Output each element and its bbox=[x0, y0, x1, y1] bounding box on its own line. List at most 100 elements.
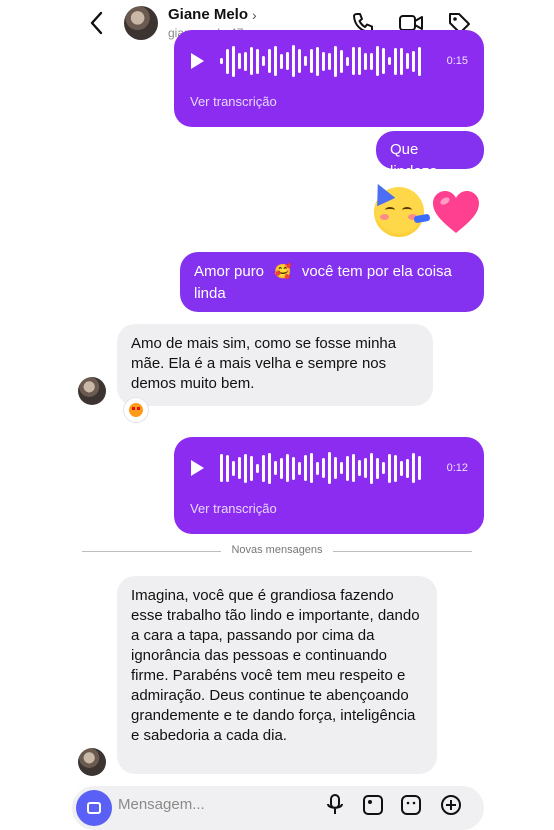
camera-icon[interactable] bbox=[76, 790, 112, 826]
waveform-bar bbox=[232, 45, 235, 77]
plus-icon[interactable] bbox=[440, 794, 462, 816]
waveform-bar bbox=[406, 458, 409, 478]
waveform-bar bbox=[250, 47, 253, 75]
pink-heart-emoji[interactable] bbox=[431, 188, 481, 238]
waveform-bar bbox=[394, 454, 397, 482]
waveform-bar bbox=[334, 457, 337, 479]
message-bubble-outgoing[interactable]: Amor puro 🥰 você tem por ela coisa linda bbox=[180, 252, 484, 312]
waveform-bar bbox=[352, 454, 355, 482]
waveform-bar bbox=[382, 48, 385, 74]
message-text: Imagina, você que é grandiosa fazendo es… bbox=[131, 587, 420, 744]
sender-avatar[interactable] bbox=[78, 377, 106, 405]
waveform-bar bbox=[316, 461, 319, 475]
waveform-bar bbox=[232, 460, 235, 476]
message-text: Que lindeza bbox=[390, 141, 438, 180]
waveform-bar bbox=[310, 453, 313, 483]
voice-message[interactable]: 0:15 Ver transcrição bbox=[174, 30, 484, 127]
waveform-bar bbox=[316, 46, 319, 76]
new-messages-label: Novas mensagens bbox=[221, 544, 333, 556]
message-bubble-outgoing[interactable]: Que lindeza bbox=[376, 131, 484, 180]
waveform-bar bbox=[418, 46, 421, 76]
waveform-bar bbox=[364, 52, 367, 70]
image-icon[interactable] bbox=[362, 794, 384, 816]
waveform-bar bbox=[394, 47, 397, 75]
waveform-bar bbox=[406, 53, 409, 69]
heart-eyes-emoji-reaction[interactable] bbox=[124, 398, 148, 422]
contact-name-row[interactable]: Giane Melo › bbox=[168, 6, 257, 23]
waveform-bar bbox=[304, 455, 307, 481]
waveform-bar bbox=[364, 458, 367, 478]
smiling-face-with-hearts-emoji: 🥰 bbox=[274, 263, 292, 279]
partying-face-emoji[interactable] bbox=[368, 179, 431, 237]
waveform-bar bbox=[310, 49, 313, 73]
heart-eyes-emoji bbox=[129, 403, 143, 417]
waveform-bar bbox=[256, 463, 259, 473]
waveform-bar bbox=[286, 454, 289, 482]
waveform-bar bbox=[400, 460, 403, 476]
waveform-bar bbox=[274, 46, 277, 76]
waveform-bar bbox=[400, 47, 403, 75]
sender-avatar[interactable] bbox=[78, 748, 106, 776]
waveform-bar bbox=[220, 58, 223, 64]
audio-waveform bbox=[220, 41, 421, 81]
message-bubble-incoming[interactable]: Imagina, você que é grandiosa fazendo es… bbox=[117, 576, 437, 774]
waveform-bar bbox=[412, 50, 415, 72]
waveform-bar bbox=[244, 453, 247, 483]
voice-duration: 0:12 bbox=[446, 462, 468, 474]
waveform-bar bbox=[340, 49, 343, 73]
new-messages-divider: Novas mensagens bbox=[0, 544, 554, 556]
waveform-bar bbox=[334, 45, 337, 77]
waveform-bar bbox=[280, 53, 283, 69]
voice-duration: 0:15 bbox=[446, 55, 468, 67]
play-icon[interactable] bbox=[191, 460, 204, 476]
waveform-bar bbox=[292, 456, 295, 480]
waveform-bar bbox=[304, 56, 307, 66]
message-input[interactable]: Mensagem... bbox=[118, 796, 205, 813]
waveform-bar bbox=[370, 52, 373, 70]
waveform-bar bbox=[412, 453, 415, 483]
message-composer[interactable]: Mensagem... bbox=[72, 786, 484, 830]
waveform-bar bbox=[244, 51, 247, 71]
waveform-bar bbox=[226, 454, 229, 482]
waveform-bar bbox=[268, 452, 271, 484]
waveform-bar bbox=[322, 458, 325, 478]
waveform-bar bbox=[376, 457, 379, 479]
message-text-start: Amor puro bbox=[194, 263, 265, 280]
waveform-bar bbox=[388, 453, 391, 483]
transcript-link[interactable]: Ver transcrição bbox=[190, 94, 277, 109]
voice-message[interactable]: 0:12 Ver transcrição bbox=[174, 437, 484, 534]
waveform-bar bbox=[262, 56, 265, 66]
waveform-bar bbox=[298, 49, 301, 73]
waveform-bar bbox=[238, 457, 241, 479]
contact-name[interactable]: Giane Melo bbox=[168, 6, 248, 23]
sticker-icon[interactable] bbox=[400, 794, 422, 816]
waveform-bar bbox=[370, 452, 373, 484]
waveform-bar bbox=[382, 462, 385, 474]
message-text: Amo de mais sim, como se fosse minha mãe… bbox=[131, 335, 397, 392]
waveform-bar bbox=[346, 56, 349, 66]
waveform-bar bbox=[280, 457, 283, 479]
contact-avatar[interactable] bbox=[124, 6, 158, 40]
waveform-bar bbox=[274, 461, 277, 475]
waveform-bar bbox=[250, 455, 253, 481]
waveform-bar bbox=[340, 462, 343, 474]
chevron-right-icon[interactable]: › bbox=[252, 7, 257, 23]
audio-waveform bbox=[220, 448, 421, 488]
message-bubble-incoming[interactable]: Amo de mais sim, como se fosse minha mãe… bbox=[117, 324, 433, 406]
transcript-link[interactable]: Ver transcrição bbox=[190, 501, 277, 516]
waveform-bar bbox=[358, 460, 361, 476]
waveform-bar bbox=[226, 48, 229, 74]
waveform-bar bbox=[292, 45, 295, 77]
waveform-bar bbox=[262, 454, 265, 482]
microphone-icon[interactable] bbox=[324, 794, 346, 816]
waveform-bar bbox=[298, 461, 301, 475]
waveform-bar bbox=[286, 52, 289, 70]
waveform-bar bbox=[376, 46, 379, 76]
waveform-bar bbox=[268, 49, 271, 73]
waveform-bar bbox=[418, 456, 421, 480]
waveform-bar bbox=[256, 48, 259, 74]
back-chevron-icon[interactable] bbox=[86, 10, 108, 36]
waveform-bar bbox=[322, 51, 325, 71]
waveform-bar bbox=[238, 53, 241, 69]
play-icon[interactable] bbox=[191, 53, 204, 69]
